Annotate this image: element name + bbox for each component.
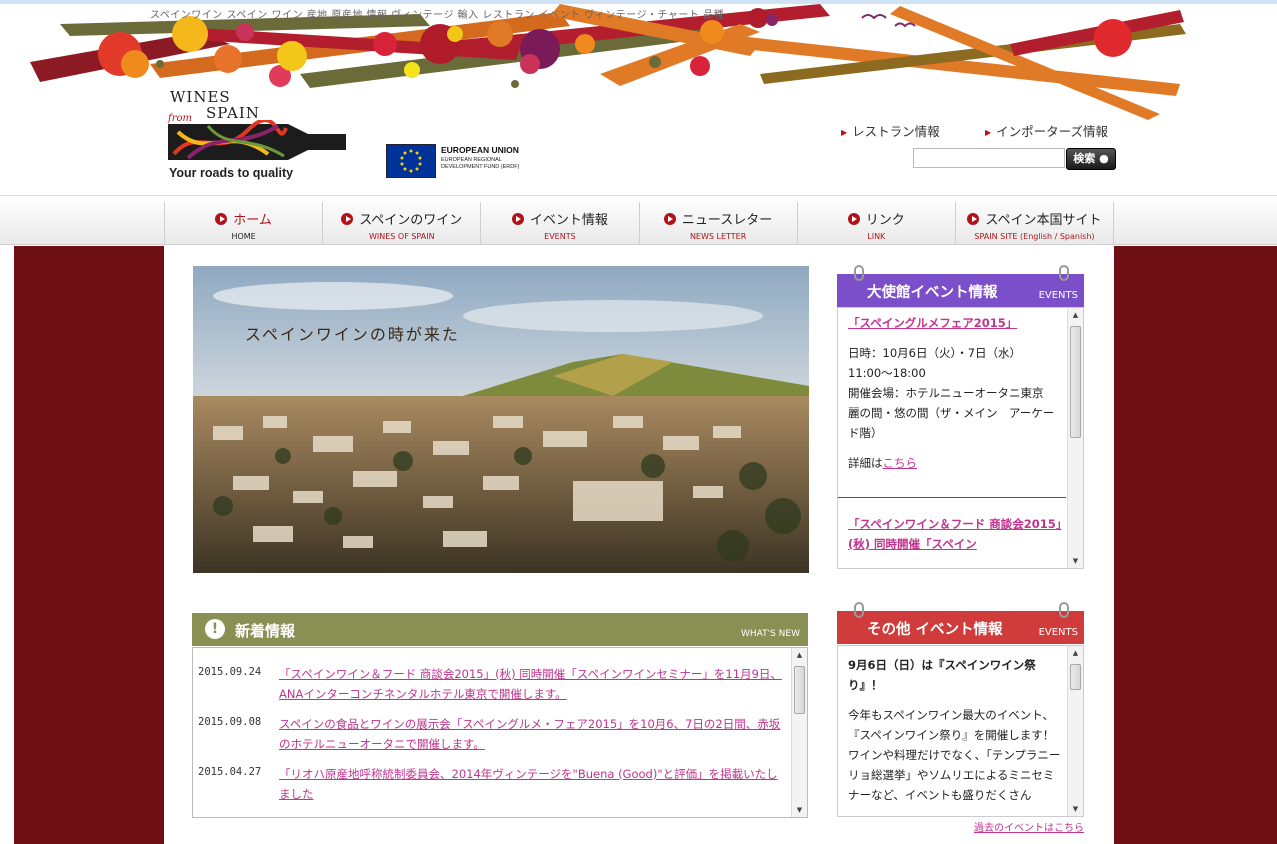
scroll-thumb[interactable] (1070, 326, 1081, 438)
news-title: 新着情報 (235, 622, 296, 640)
nav-events[interactable]: イベント情報 EVENTS (480, 202, 638, 245)
divider (838, 497, 1066, 498)
play-icon (663, 212, 676, 225)
exclamation-icon: ! (205, 619, 225, 639)
other-events-title-en: EVENTS (1038, 627, 1078, 638)
other-event-body: 今年もスペインワイン最大のイベント、『スペインワイン祭り』を開催します！ワインや… (848, 708, 1061, 802)
scroll-up-icon[interactable]: ▲ (792, 648, 807, 662)
nav-link[interactable]: リンク LINK (796, 202, 955, 245)
ring-icon (854, 602, 864, 618)
nav-spain-site-label: スペイン本国サイト (985, 213, 1102, 228)
nav-link-sub: LINK (867, 232, 886, 241)
event-time: 11:00〜18:00 (848, 366, 926, 380)
embassy-events-title-en: EVENTS (1038, 290, 1078, 301)
news-link[interactable]: スペインの食品とワインの展示会「スペイングルメ・フェア2015」を10月6、7日… (279, 714, 787, 754)
nav-newsletter-sub: NEWS LETTER (689, 232, 747, 241)
other-events-header: その他 イベント情報 EVENTS (837, 602, 1084, 644)
banner-keywords: スペインワイン スペイン ワイン 産地 原産地 情報 ヴィンテージ 輸入 レスト… (150, 10, 725, 21)
scroll-up-icon[interactable]: ▲ (1068, 308, 1083, 322)
news-header: ! 新着情報 WHAT'S NEW (192, 613, 808, 646)
nav-events-sub: EVENTS (544, 232, 576, 241)
search-input[interactable] (913, 148, 1065, 168)
embassy-events-header: 大使館イベント情報 EVENTS (837, 265, 1084, 307)
play-icon (341, 212, 354, 225)
event-detail: 詳細はこちら (848, 453, 1063, 473)
other-events-list[interactable]: 9月6日（日）は『スペインワイン祭り』！ 今年もスペインワイン最大のイベント、『… (837, 645, 1084, 817)
scroll-thumb[interactable] (794, 666, 805, 714)
scroll-down-icon[interactable]: ▼ (1068, 554, 1083, 568)
restaurant-link[interactable]: ▶ レストラン情報 (841, 121, 940, 140)
logo-slogan: Your roads to quality (169, 166, 294, 180)
news-list[interactable]: 2015.09.24 「スペインワイン＆フード 商談会2015」(秋) 同時開催… (192, 647, 808, 818)
ring-icon (1059, 602, 1069, 618)
ring-icon (854, 265, 864, 281)
embassy-scrollbar[interactable]: ▲ ▼ (1067, 308, 1083, 568)
nav-home-sub: HOME (231, 232, 256, 241)
importers-link-label: インポーターズ情報 (996, 124, 1109, 139)
nav-wines-of-spain[interactable]: スペインのワイン WINES OF SPAIN (322, 202, 480, 245)
scroll-up-icon[interactable]: ▲ (1068, 646, 1083, 660)
search-button-label: 検索 (1073, 152, 1096, 165)
scroll-thumb[interactable] (1070, 664, 1081, 690)
nav-events-label: イベント情報 (529, 213, 608, 228)
play-icon (215, 212, 228, 225)
other-event-heading: 9月6日（日）は『スペインワイン祭り』！ (848, 658, 1036, 692)
ring-icon (1059, 265, 1069, 281)
scroll-down-icon[interactable]: ▼ (1068, 802, 1083, 816)
restaurant-link-label: レストラン情報 (852, 124, 940, 139)
news-date: 2015.09.08 (198, 716, 262, 728)
event-heading-link[interactable]: 「スペイングルメフェア2015」 (848, 313, 1063, 333)
play-icon (847, 212, 860, 225)
nav-spain-site[interactable]: スペイン本国サイト SPAIN SITE (English / Spanish) (954, 202, 1115, 245)
nav-link-label: リンク (865, 213, 905, 228)
main-nav: ホーム HOME スペインのワイン WINES OF SPAIN イベント情報 … (164, 202, 1115, 245)
news-link[interactable]: 「スペインワイン＆フード 商談会2015」(秋) 同時開催「スペインワインセミナ… (279, 664, 787, 704)
event-heading-link[interactable]: 「スペインワイン＆フード 商談会2015」(秋) 同時開催「スペイン (848, 514, 1063, 554)
embassy-events-title: 大使館イベント情報 (867, 285, 998, 301)
hero-caption: スペインワインの時が来た (245, 325, 460, 344)
play-icon (967, 212, 980, 225)
nav-wines-label: スペインのワイン (359, 213, 463, 228)
nav-newsletter-label: ニュースレター (681, 213, 773, 228)
event-detail-link[interactable]: こちら (883, 456, 918, 470)
event-detail-prefix: 詳細は (848, 456, 883, 470)
news-date: 2015.09.24 (198, 666, 262, 678)
event-venue: 開催会場：ホテルニューオータニ東京 麗の間・悠の間（ザ・メイン アーケード階） (848, 386, 1055, 440)
embassy-event-content: 「スペイングルメフェア2015」 日時：10月6日（火）・7日（水） 11:00… (838, 313, 1066, 554)
nav-spain-site-sub: SPAIN SITE (English / Spanish) (974, 232, 1095, 241)
triangle-icon: ▶ (841, 128, 848, 137)
news-link[interactable]: 「リオハ原産地呼称統制委員会、2014年ヴィンテージを"Buena (Good)… (279, 764, 787, 804)
other-events-title: その他 イベント情報 (867, 622, 1003, 638)
other-events-scrollbar[interactable]: ▲ ▼ (1067, 646, 1083, 816)
eu-flag-icon (386, 144, 436, 178)
event-date: 日時：10月6日（火）・7日（水） (848, 346, 1022, 360)
importers-link[interactable]: ▶ インポーターズ情報 (985, 121, 1108, 140)
past-events-link[interactable]: 過去のイベントはこちら (974, 819, 1084, 834)
nav-wines-sub: WINES OF SPAIN (368, 232, 435, 241)
nav-home[interactable]: ホーム HOME (164, 202, 322, 245)
nav-home-label: ホーム (233, 213, 272, 228)
search-button[interactable]: 検索 ● (1066, 148, 1116, 170)
play-icon (511, 212, 524, 225)
hero-image: スペインワインの時が来た (193, 266, 809, 573)
eu-logo: EUROPEAN UNION EUROPEAN REGIONAL DEVELOP… (386, 144, 526, 180)
wine-bottle-icon (168, 120, 346, 160)
embassy-events-list[interactable]: 「スペイングルメフェア2015」 日時：10月6日（火）・7日（水） 11:00… (837, 307, 1084, 569)
news-title-en: WHAT'S NEW (741, 629, 800, 639)
nav-newsletter[interactable]: ニュースレター NEWS LETTER (638, 202, 797, 245)
other-event-content: 9月6日（日）は『スペインワイン祭り』！ 今年もスペインワイン最大のイベント、『… (848, 655, 1063, 805)
hero-landscape (193, 266, 809, 573)
site-logo[interactable]: WINES SPAIN from Your roads to quality (168, 88, 348, 183)
triangle-icon: ▶ (985, 128, 992, 137)
page-background-right (1114, 246, 1277, 844)
eu-title: EUROPEAN UNION (441, 145, 519, 155)
news-scrollbar[interactable]: ▲ ▼ (791, 648, 807, 817)
news-date: 2015.04.27 (198, 766, 262, 778)
search-icon: ● (1099, 152, 1109, 165)
scroll-down-icon[interactable]: ▼ (792, 803, 807, 817)
eu-subtitle: EUROPEAN REGIONAL DEVELOPMENT FUND (ERDF… (441, 157, 520, 170)
